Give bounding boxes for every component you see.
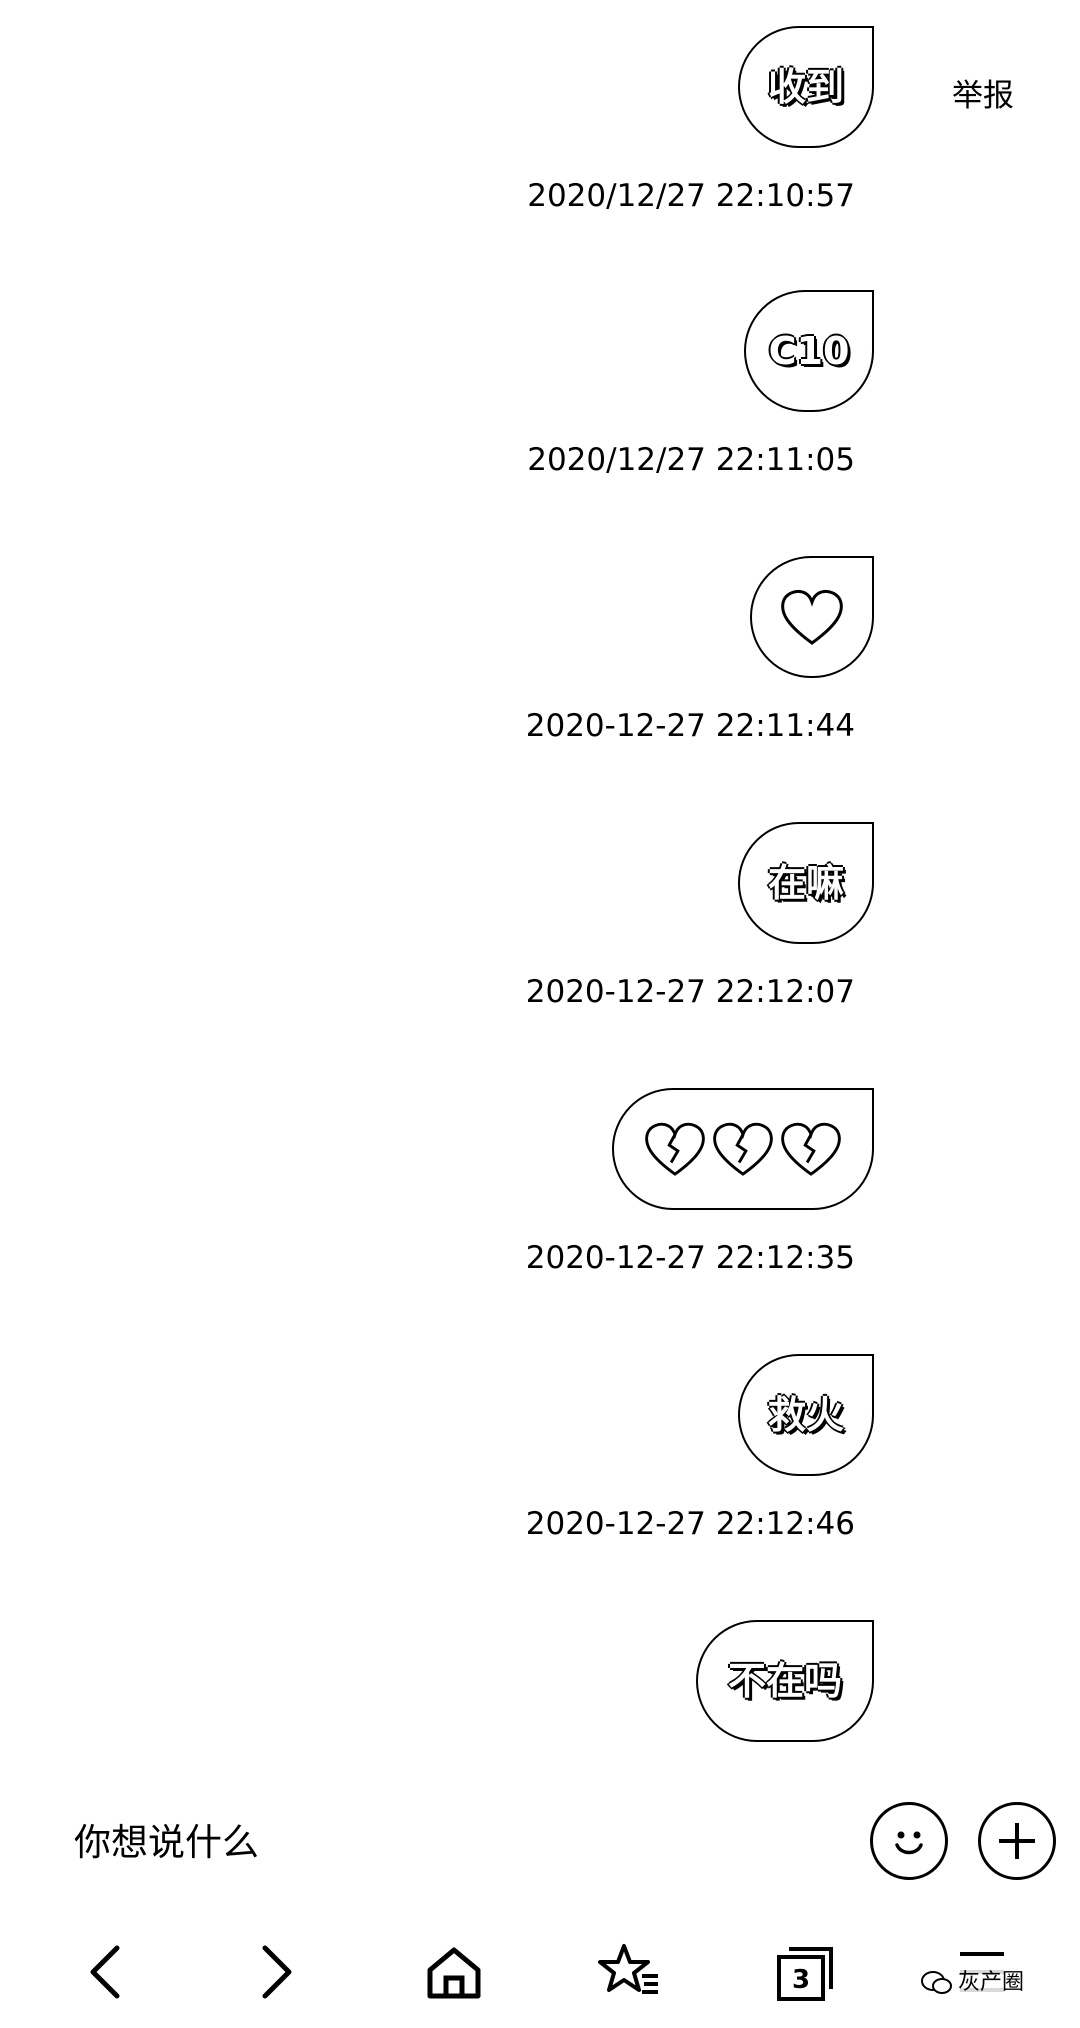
plus-icon: [999, 1823, 1035, 1859]
message-bubble[interactable]: 不在吗: [696, 1620, 874, 1742]
message-bubble[interactable]: [612, 1088, 874, 1210]
wechat-icon: [921, 1971, 952, 1994]
message-input[interactable]: 你想说什么: [74, 1820, 259, 1866]
message-row: 救火 2020-12-27 22:12:46: [0, 1354, 1080, 1544]
message-row: C10 2020/12/27 22:11:05: [0, 290, 1080, 480]
broken-heart-icon: [645, 1122, 705, 1176]
forward-button[interactable]: [236, 1932, 316, 2012]
watermark: 灰产圈: [920, 1968, 1025, 1998]
back-button[interactable]: [66, 1932, 146, 2012]
back-arrow-icon: [90, 1945, 120, 1999]
heart-icon: [781, 589, 843, 645]
broken-heart-icon: [713, 1122, 773, 1176]
watermark-text: 灰产圈: [958, 1970, 1025, 1995]
favorites-icon: [598, 1944, 658, 1994]
forward-arrow-icon: [262, 1945, 292, 1999]
broken-heart-icon: [781, 1122, 841, 1176]
message-bubble[interactable]: 收到: [738, 26, 874, 148]
message-bubble[interactable]: 在嘛: [738, 822, 874, 944]
chat-input-bar: 你想说什么: [0, 1790, 1080, 1890]
message-row: 不在吗: [0, 1620, 1080, 1810]
message-row: 2020-12-27 22:11:44: [0, 556, 1080, 746]
bottom-nav-bar: 3: [0, 1932, 1080, 2028]
tabs-button[interactable]: 3: [766, 1932, 846, 2012]
message-timestamp: 2020-12-27 22:12:35: [525, 1240, 855, 1276]
home-icon: [427, 1947, 481, 1999]
message-bubble[interactable]: 救火: [738, 1354, 874, 1476]
message-timestamp: 2020-12-27 22:11:44: [525, 708, 855, 744]
message-timestamp: 2020/12/27 22:10:57: [527, 178, 855, 214]
message-row: 收到 2020/12/27 22:10:57: [0, 26, 1080, 216]
add-button[interactable]: [978, 1802, 1056, 1880]
smiley-icon: [895, 1831, 923, 1855]
message-bubble[interactable]: C10: [744, 290, 874, 412]
message-row: 在嘛 2020-12-27 22:12:07: [0, 822, 1080, 1012]
home-button[interactable]: [414, 1932, 494, 2012]
tab-count-badge: 3: [791, 1965, 811, 1995]
message-timestamp: 2020-12-27 22:12:46: [525, 1506, 855, 1542]
message-timestamp: 2020/12/27 22:11:05: [527, 442, 855, 478]
message-timestamp: 2020-12-27 22:12:07: [525, 974, 855, 1010]
favorites-button[interactable]: [590, 1932, 670, 2012]
message-bubble[interactable]: [750, 556, 874, 678]
emoji-button[interactable]: [870, 1802, 948, 1880]
message-row: 2020-12-27 22:12:35: [0, 1088, 1080, 1278]
